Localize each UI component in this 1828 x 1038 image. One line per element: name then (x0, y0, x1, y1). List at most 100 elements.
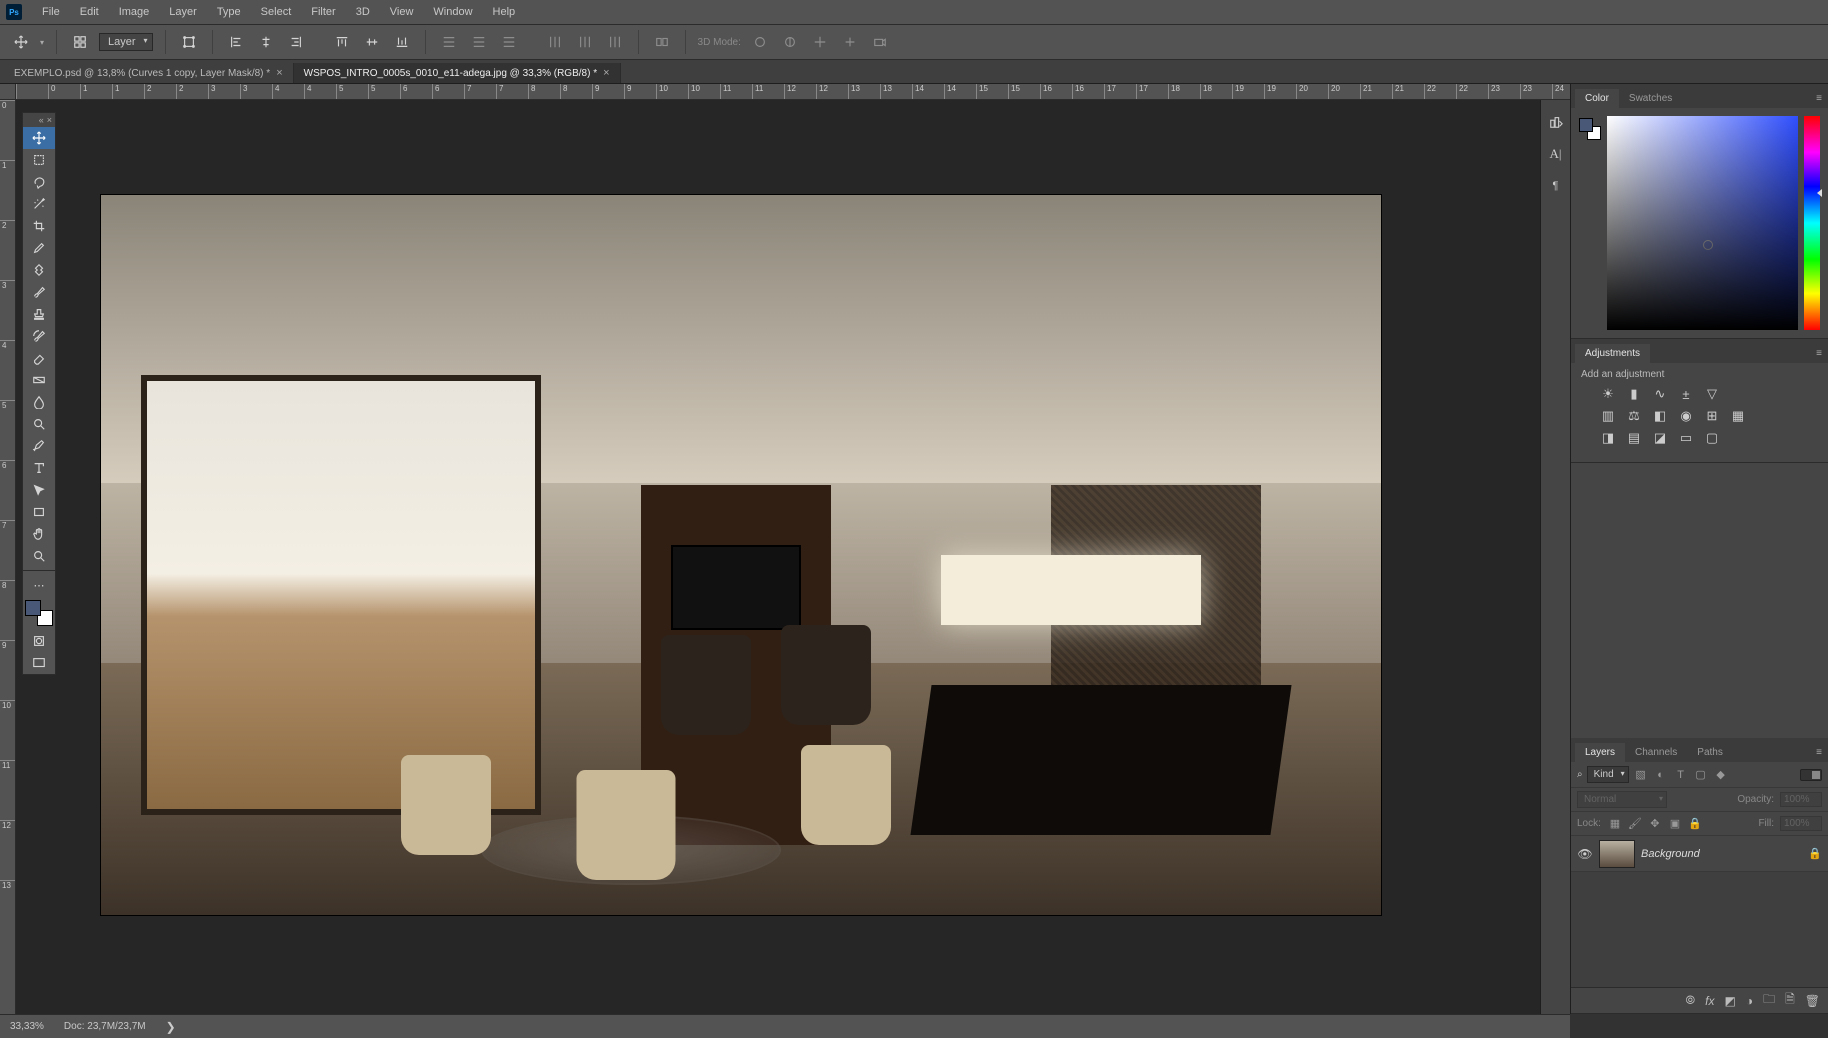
color-panel-menu-icon[interactable]: ≡ (1810, 89, 1828, 108)
zoom-tool[interactable] (23, 545, 55, 567)
color-swatches[interactable] (25, 600, 53, 626)
canvas-area[interactable] (16, 100, 1570, 1014)
curves-icon[interactable]: ∿ (1651, 386, 1669, 402)
new-group-icon[interactable]: 🗀 (1763, 990, 1775, 1011)
horizontal-ruler[interactable]: 0112233445566778899101011111212131314141… (16, 84, 1570, 100)
selective-color-icon[interactable]: ▢ (1703, 430, 1721, 446)
clone-stamp-tool[interactable] (23, 303, 55, 325)
layer-style-icon[interactable]: fx (1705, 994, 1714, 1008)
layer-name[interactable]: Background (1641, 848, 1802, 860)
fill-field[interactable]: 100% (1780, 816, 1822, 831)
delete-layer-icon[interactable]: 🗑 (1805, 994, 1820, 1008)
align-bottom-icon[interactable] (391, 31, 413, 53)
rectangle-tool[interactable] (23, 501, 55, 523)
lock-position-icon[interactable]: ✥ (1647, 816, 1663, 832)
tab-color[interactable]: Color (1575, 89, 1619, 108)
shape-filter-icon[interactable]: ▢ (1693, 767, 1709, 783)
zoom-level[interactable]: 33,33% (10, 1021, 44, 1032)
layers-panel-menu-icon[interactable]: ≡ (1810, 743, 1828, 762)
posterize-icon[interactable]: ▤ (1625, 430, 1643, 446)
adjustments-panel-menu-icon[interactable]: ≡ (1810, 344, 1828, 363)
panel-color-swatches[interactable] (1579, 118, 1601, 140)
character-icon[interactable]: A| (1545, 143, 1567, 165)
levels-icon[interactable]: ▮ (1625, 386, 1643, 402)
opacity-field[interactable]: 100% (1780, 792, 1822, 807)
path-select-tool[interactable] (23, 479, 55, 501)
gradient-tool[interactable] (23, 369, 55, 391)
edit-toolbar-button[interactable]: ⋯ (23, 574, 55, 596)
color-field[interactable] (1607, 116, 1798, 330)
tab-swatches[interactable]: Swatches (1619, 89, 1682, 108)
black-white-icon[interactable]: ◧ (1651, 408, 1669, 424)
adjustment-filter-icon[interactable]: ◐ (1653, 767, 1669, 783)
invert-icon[interactable]: ◨ (1599, 430, 1617, 446)
screen-mode-button[interactable] (23, 652, 55, 674)
tab-adjustments[interactable]: Adjustments (1575, 344, 1650, 363)
exposure-icon[interactable]: ± (1677, 386, 1695, 402)
menu-filter[interactable]: Filter (301, 0, 345, 25)
menu-window[interactable]: Window (423, 0, 482, 25)
new-adjustment-layer-icon[interactable]: ◑ (1746, 994, 1753, 1008)
color-lookup-icon[interactable]: ▦ (1729, 408, 1747, 424)
type-tool[interactable] (23, 457, 55, 479)
document-canvas[interactable] (101, 195, 1381, 915)
eyedropper-tool[interactable] (23, 237, 55, 259)
vibrance-icon[interactable]: ▽ (1703, 386, 1721, 402)
lock-image-icon[interactable]: 🖌 (1627, 816, 1643, 832)
auto-select-icon[interactable] (69, 31, 91, 53)
menu-image[interactable]: Image (109, 0, 160, 25)
type-filter-icon[interactable]: T (1673, 767, 1689, 783)
align-center-h-icon[interactable] (255, 31, 277, 53)
move-tool[interactable] (23, 127, 55, 149)
tab-channels[interactable]: Channels (1625, 743, 1687, 762)
history-icon[interactable] (1545, 111, 1567, 133)
auto-select-dropdown[interactable]: Layer (99, 33, 153, 51)
lasso-tool[interactable] (23, 171, 55, 193)
document-info[interactable]: Doc: 23,7M/23,7M (64, 1021, 146, 1032)
layer-filter-toggle[interactable] (1800, 769, 1822, 781)
new-layer-icon[interactable]: 🗎 (1785, 990, 1795, 1011)
close-tab-icon[interactable]: × (603, 67, 609, 79)
history-brush-tool[interactable] (23, 325, 55, 347)
eraser-tool[interactable] (23, 347, 55, 369)
threshold-icon[interactable]: ◪ (1651, 430, 1669, 446)
tab-layers[interactable]: Layers (1575, 743, 1625, 762)
magic-wand-tool[interactable] (23, 193, 55, 215)
menu-edit[interactable]: Edit (70, 0, 109, 25)
pixel-filter-icon[interactable]: ▧ (1633, 767, 1649, 783)
blend-mode-dropdown[interactable]: Normal (1577, 791, 1667, 808)
hand-tool[interactable] (23, 523, 55, 545)
foreground-color[interactable] (25, 600, 41, 616)
menu-help[interactable]: Help (483, 0, 526, 25)
layer-thumbnail[interactable] (1599, 840, 1635, 868)
lock-all-icon[interactable]: 🔒 (1687, 816, 1703, 832)
quick-mask-button[interactable] (23, 630, 55, 652)
pen-tool[interactable] (23, 435, 55, 457)
close-tab-icon[interactable]: × (276, 67, 282, 79)
color-balance-icon[interactable]: ⚖ (1625, 408, 1643, 424)
link-layers-icon[interactable]: ⦾ (1686, 993, 1696, 1008)
menu-select[interactable]: Select (251, 0, 302, 25)
visibility-toggle-icon[interactable]: 👁 (1577, 847, 1593, 861)
align-top-icon[interactable] (331, 31, 353, 53)
hue-saturation-icon[interactable]: ▥ (1599, 408, 1617, 424)
photo-filter-icon[interactable]: ◉ (1677, 408, 1695, 424)
layer-row[interactable]: 👁 Background 🔒 (1571, 836, 1828, 872)
channel-mixer-icon[interactable]: ⊞ (1703, 408, 1721, 424)
brightness-contrast-icon[interactable]: ☀ (1599, 386, 1617, 402)
transform-controls-icon[interactable] (178, 31, 200, 53)
document-tab[interactable]: EXEMPLO.psd @ 13,8% (Curves 1 copy, Laye… (4, 63, 294, 83)
menu-view[interactable]: View (380, 0, 424, 25)
ruler-origin[interactable] (0, 84, 16, 100)
tab-paths[interactable]: Paths (1687, 743, 1733, 762)
document-tab[interactable]: WSPOS_INTRO_0005s_0010_e11-adega.jpg @ 3… (294, 63, 621, 83)
align-left-icon[interactable] (225, 31, 247, 53)
menu-type[interactable]: Type (207, 0, 251, 25)
menu-layer[interactable]: Layer (159, 0, 207, 25)
blur-tool[interactable] (23, 391, 55, 413)
smart-filter-icon[interactable]: ◆ (1713, 767, 1729, 783)
lock-icon[interactable]: 🔒 (1808, 847, 1822, 860)
menu-file[interactable]: File (32, 0, 70, 25)
marquee-tool[interactable] (23, 149, 55, 171)
align-center-v-icon[interactable] (361, 31, 383, 53)
